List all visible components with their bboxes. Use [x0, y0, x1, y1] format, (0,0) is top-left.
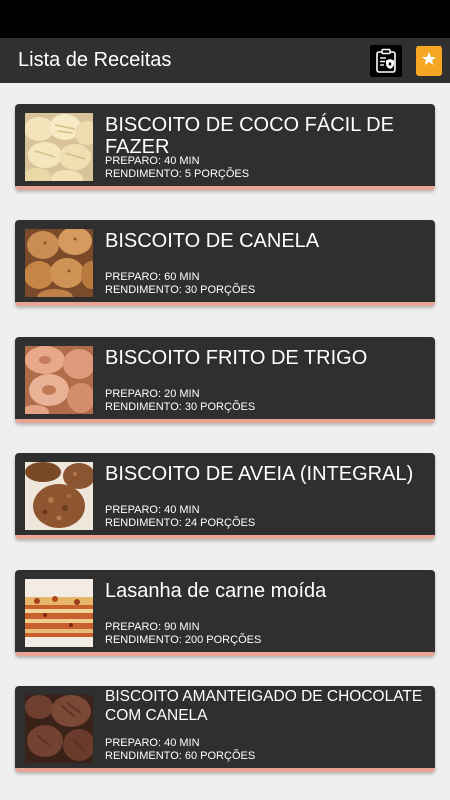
chocolate-cookies-photo — [25, 695, 93, 763]
recipe-prep-time: PREPARO: 40 MIN — [105, 737, 200, 749]
recipe-name: BISCOITO FRITO DE TRIGO — [105, 347, 368, 369]
oat-cookies-photo — [25, 462, 93, 530]
status-bar — [0, 0, 450, 38]
cinnamon-cookies-photo — [25, 229, 93, 297]
lasagna-photo — [25, 579, 93, 647]
recipe-name: BISCOITO DE COCO FÁCIL DE FAZER — [105, 114, 394, 158]
recipe-name: BISCOITO AMANTEIGADO DE CHOCOLATE COM CA… — [105, 688, 423, 724]
recipe-yield: RENDIMENTO: 30 PORÇÕES — [105, 401, 256, 413]
recipe-prep-time: PREPARO: 90 MIN — [105, 621, 200, 633]
page-title: Lista de Receitas — [18, 49, 172, 71]
recipe-card[interactable]: BISCOITO DE COCO FÁCIL DE FAZER PREPARO:… — [15, 104, 435, 190]
privacy-policy-icon — [376, 48, 396, 73]
bookmark-star-icon — [417, 45, 441, 75]
recipe-card[interactable]: BISCOITO FRITO DE TRIGO PREPARO: 20 MIN … — [15, 337, 435, 423]
recipe-yield: RENDIMENTO: 30 PORÇÕES — [105, 284, 256, 296]
recipe-name: Lasanha de carne moída — [105, 580, 327, 602]
recipe-card[interactable]: Lasanha de carne moída PREPARO: 90 MIN R… — [15, 570, 435, 656]
recipe-yield: RENDIMENTO: 5 PORÇÕES — [105, 168, 250, 180]
recipe-prep-time: PREPARO: 40 MIN — [105, 504, 200, 516]
recipe-prep-time: PREPARO: 40 MIN — [105, 155, 200, 167]
recipe-name: BISCOITO DE AVEIA (INTEGRAL) — [105, 463, 414, 485]
coconut-cookies-photo — [25, 113, 93, 181]
recipe-name: BISCOITO DE CANELA — [105, 230, 320, 252]
privacy-policy-button[interactable] — [370, 44, 402, 77]
recipe-yield: RENDIMENTO: 200 PORÇÕES — [105, 634, 262, 646]
recipe-card[interactable]: BISCOITO AMANTEIGADO DE CHOCOLATE COM CA… — [15, 686, 435, 772]
recipe-prep-time: PREPARO: 60 MIN — [105, 271, 200, 283]
recipe-card[interactable]: BISCOITO DE AVEIA (INTEGRAL) PREPARO: 40… — [15, 453, 435, 539]
recipe-prep-time: PREPARO: 20 MIN — [105, 388, 200, 400]
app-bar: Lista de Receitas — [0, 38, 450, 83]
fried-biscuits-photo — [25, 346, 93, 414]
recipe-card[interactable]: BISCOITO DE CANELA PREPARO: 60 MIN RENDI… — [15, 220, 435, 306]
favorites-button[interactable] — [416, 45, 442, 76]
recipe-yield: RENDIMENTO: 60 PORÇÕES — [105, 750, 256, 762]
recipe-yield: RENDIMENTO: 24 PORÇÕES — [105, 517, 256, 529]
